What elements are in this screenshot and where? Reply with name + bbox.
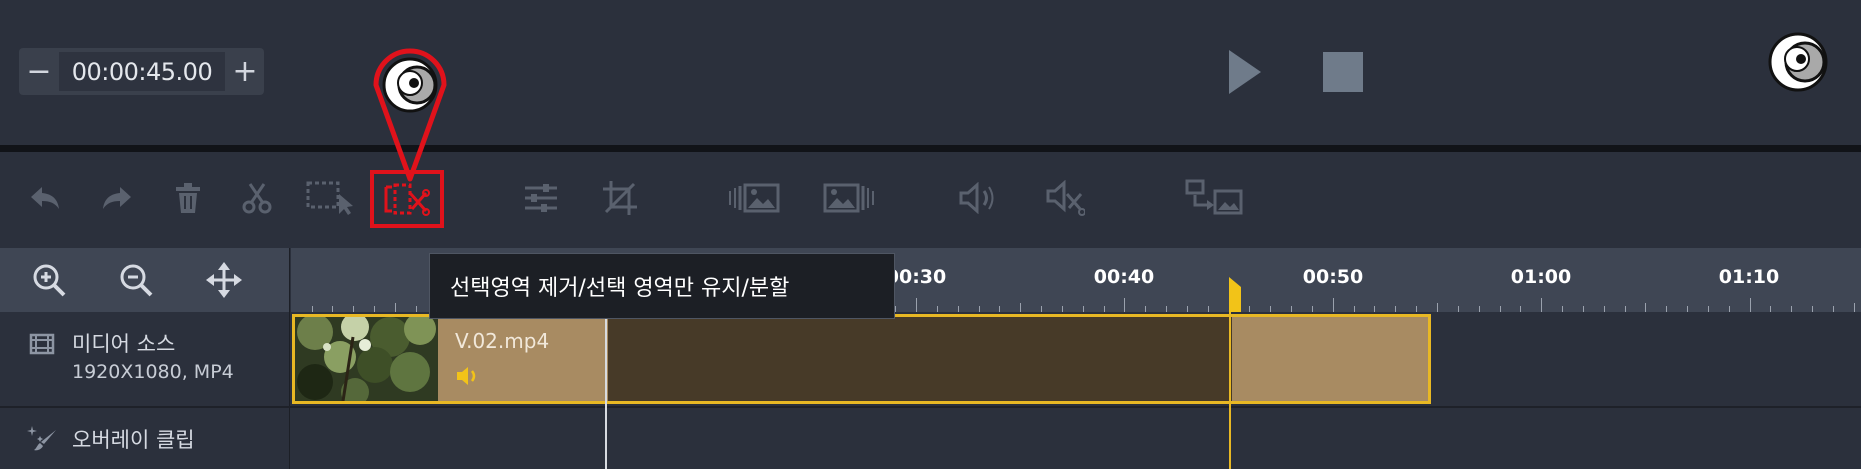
- film-icon: [24, 326, 60, 362]
- audio-volume-button[interactable]: [958, 176, 998, 220]
- ruler-label: 01:10: [1718, 266, 1780, 288]
- undo-button[interactable]: [25, 176, 65, 220]
- panel-divider: [0, 145, 1861, 152]
- ruler-tick: [1541, 298, 1543, 312]
- ruler-tick: [1020, 303, 1022, 312]
- move-timeline-button[interactable]: [202, 258, 246, 302]
- media-source-track-header[interactable]: 미디어 소스 1920X1080, MP4: [0, 312, 290, 406]
- pointer-pin-marker: [373, 48, 447, 182]
- zoom-in-icon: [33, 264, 66, 297]
- track-name: 오버레이 클립: [72, 428, 195, 452]
- ruler-tick: [916, 298, 917, 312]
- fade-out-button[interactable]: [822, 176, 876, 220]
- ruler-label: 00:50: [1302, 266, 1364, 288]
- ruler-label: 00:40: [1093, 266, 1155, 288]
- ruler-label: 01:00: [1510, 266, 1572, 288]
- delete-button[interactable]: [168, 176, 208, 220]
- ruler-tick: [395, 303, 396, 312]
- play-icon: [1229, 50, 1261, 94]
- video-clip[interactable]: V.02.mp4: [292, 314, 1431, 404]
- overlay-track[interactable]: [291, 408, 1861, 469]
- trash-icon: [176, 183, 200, 213]
- redo-button[interactable]: [97, 176, 137, 220]
- sparkle-brush-icon: [24, 420, 60, 456]
- replace-media-button[interactable]: [1185, 176, 1245, 220]
- duration-value[interactable]: 00:00:45.00: [59, 52, 225, 91]
- clip-thumbnail: [295, 317, 438, 401]
- clip-name: V.02.mp4: [455, 329, 550, 353]
- select-range-button[interactable]: [305, 176, 357, 220]
- move-icon: [206, 262, 242, 298]
- edit-toolbar: [0, 152, 1861, 248]
- replace-media-icon: [1185, 179, 1243, 215]
- speaker-icon: [455, 365, 481, 387]
- cut-button[interactable]: [237, 176, 277, 220]
- scissors-icon: [242, 183, 272, 214]
- ruler-tick: [1332, 298, 1334, 312]
- preview-controls-bar: − 00:00:45.00 +: [0, 0, 1861, 145]
- speaker-scissors-icon: [1046, 180, 1085, 216]
- zoom-out-icon: [120, 264, 153, 297]
- sliders-icon: [525, 184, 557, 212]
- speaker-icon: [959, 182, 994, 214]
- select-range-icon: [306, 181, 353, 215]
- stop-button[interactable]: [1323, 52, 1363, 92]
- video-editor-window: − 00:00:45.00 + 00:30 00:40 00:50 01:00 …: [0, 0, 1861, 469]
- redo-icon: [103, 187, 131, 209]
- ruler-tick: [1437, 303, 1438, 312]
- selection-start-marker[interactable]: [605, 312, 607, 469]
- split-tooltip: 선택영역 제거/선택 영역만 유지/분할: [429, 253, 895, 319]
- duration-stepper: − 00:00:45.00 +: [19, 48, 264, 95]
- ruler-tick: [1645, 303, 1647, 312]
- overlay-track-header[interactable]: 오버레이 클립: [0, 408, 290, 469]
- crop-button[interactable]: [600, 176, 640, 220]
- selected-range[interactable]: [608, 317, 1232, 401]
- eye-marker-icon: [1768, 32, 1828, 92]
- timeline-controls: [0, 248, 290, 312]
- zoom-out-button[interactable]: [114, 258, 158, 302]
- decrease-duration-button[interactable]: −: [19, 48, 59, 95]
- track-name: 미디어 소스: [72, 332, 176, 356]
- image-fade-in-icon: [729, 183, 780, 213]
- track-info: 1920X1080, MP4: [72, 361, 234, 383]
- image-fade-out-icon: [823, 183, 874, 213]
- ruler-tick: [1853, 303, 1855, 312]
- ruler-tick: [1749, 298, 1751, 312]
- playhead-handle[interactable]: [1229, 277, 1241, 312]
- undo-icon: [31, 187, 59, 209]
- ruler-tick: [1124, 298, 1126, 312]
- play-button[interactable]: [1225, 48, 1265, 96]
- increase-duration-button[interactable]: +: [225, 48, 265, 95]
- playhead-line[interactable]: [1229, 312, 1231, 469]
- adjust-button[interactable]: [521, 176, 561, 220]
- zoom-in-button[interactable]: [27, 258, 71, 302]
- audio-split-button[interactable]: [1045, 176, 1085, 220]
- crop-icon: [603, 181, 637, 215]
- fade-in-button[interactable]: [727, 176, 781, 220]
